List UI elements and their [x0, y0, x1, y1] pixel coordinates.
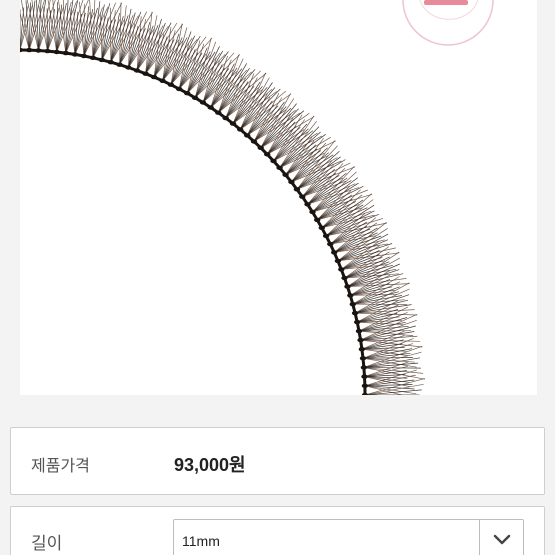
lash-knot: [359, 356, 367, 361]
lash-knot: [142, 71, 149, 76]
length-label: 길이: [31, 534, 63, 553]
lash-knot: [344, 284, 351, 289]
lash-knot: [349, 302, 356, 307]
lash-knot: [107, 60, 115, 65]
lash-knot: [351, 310, 359, 316]
lash-knot: [244, 133, 251, 138]
lash-knot: [53, 49, 60, 55]
length-select[interactable]: 11mm: [173, 519, 524, 555]
product-image: [20, 0, 537, 395]
eyelash-illustration: [20, 0, 494, 395]
lash-knot: [304, 202, 311, 207]
lash-knot: [167, 82, 175, 87]
lash-knot: [80, 53, 88, 59]
lash-knot: [276, 165, 283, 170]
lash-knot: [361, 383, 369, 388]
lash-knot: [159, 78, 166, 84]
lash-hair: [210, 69, 248, 108]
lash-knot: [361, 392, 369, 395]
lash-knot: [44, 48, 51, 54]
lash-knot: [199, 100, 207, 105]
lash-hair: [325, 193, 372, 237]
lash-knot: [250, 139, 258, 144]
lash-knot: [341, 275, 348, 281]
lash-hair: [360, 331, 415, 341]
lash-knot: [257, 145, 264, 150]
lash-knot: [264, 152, 271, 157]
lash-knot: [354, 319, 361, 325]
lash-knot: [175, 86, 183, 92]
lash-knot: [334, 258, 342, 264]
lash-knot: [358, 347, 366, 352]
brand-stamp-logo: [402, 0, 494, 46]
lash-knot: [331, 250, 338, 255]
lash-strip: [20, 0, 425, 395]
lash-knot: [327, 241, 334, 247]
lash-knot: [229, 121, 237, 126]
lash-knot: [293, 187, 301, 192]
lash-knot: [360, 365, 368, 370]
lash-hair: [119, 8, 132, 65]
lash-knot: [314, 217, 321, 223]
lash-knot: [89, 55, 97, 60]
lash-knot: [71, 52, 79, 57]
lash-knot: [347, 293, 354, 298]
lash-knot: [288, 179, 295, 185]
lash-hair: [52, 0, 58, 53]
lash-hair: [355, 312, 418, 316]
lash-knot: [35, 48, 42, 53]
length-option-row: 길이 11mm: [10, 506, 545, 555]
lash-knot: [338, 267, 345, 272]
length-selected-value: 11mm: [182, 533, 220, 549]
lash-knot: [355, 328, 363, 334]
lash-knot: [361, 374, 368, 379]
lash-hair: [74, 14, 82, 55]
lash-knot: [299, 194, 306, 199]
lash-knot: [318, 225, 325, 230]
lash-knot: [191, 95, 199, 101]
lash-knot: [237, 127, 244, 132]
lash-knot: [125, 65, 132, 70]
price-value: 93,000원: [174, 455, 246, 475]
lash-knot: [150, 74, 158, 80]
lash-knot: [62, 50, 69, 56]
lash-hair: [89, 0, 94, 58]
lash-hair: [325, 204, 375, 237]
price-row: 제품가격 93,000원: [10, 427, 545, 495]
lash-knot: [133, 68, 141, 73]
lash-knot: [26, 47, 33, 53]
price-label: 제품가격: [31, 458, 90, 475]
lash-hair: [79, 1, 85, 57]
lash-knot: [20, 47, 24, 53]
lash-knot: [207, 105, 214, 110]
lash-knot: [184, 91, 191, 96]
chevron-down-icon[interactable]: [479, 520, 523, 555]
lash-knot: [215, 110, 222, 115]
lash-knot: [222, 115, 229, 121]
lash-knot: [282, 172, 289, 177]
lash-band: [20, 48, 367, 395]
lash-knot: [270, 158, 277, 164]
lash-knot: [322, 233, 330, 239]
lash-hair: [307, 167, 346, 205]
lash-knot: [98, 57, 106, 63]
lash-knot: [116, 62, 123, 67]
lash-knot: [309, 209, 316, 215]
lash-knot: [357, 337, 364, 343]
